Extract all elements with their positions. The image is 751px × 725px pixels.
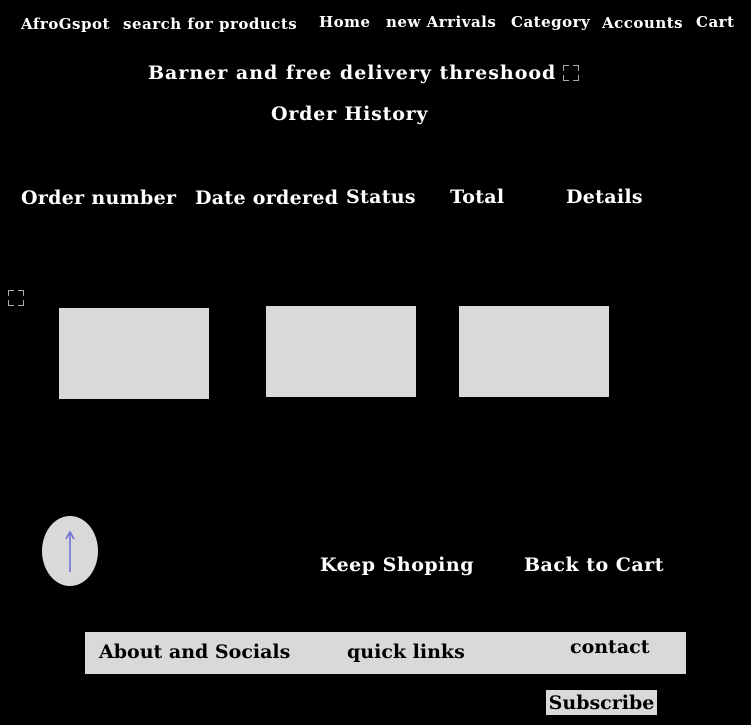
brand-logo[interactable]: AfroGspot [21,15,110,33]
column-header-details: Details [566,186,643,208]
column-header-total: Total [450,186,505,208]
scroll-to-top-button[interactable] [42,516,98,586]
back-to-cart-button[interactable]: Back to Cart [524,554,664,576]
order-placeholder-box [59,308,209,399]
footer-bar: About and Socials quick links contact [85,632,686,674]
search-input[interactable]: search for products [123,15,297,33]
subscribe-button[interactable]: Subscribe [546,690,657,715]
order-placeholder-box [459,306,609,397]
nav-new-arrivals-link[interactable]: new Arrivals [386,13,496,31]
footer-about-socials[interactable]: About and Socials [99,641,290,663]
nav-cart-link[interactable]: Cart [696,13,735,31]
footer-contact[interactable]: contact [570,636,650,658]
frame-icon [8,290,24,306]
column-header-status: Status [346,186,416,208]
footer-quick-links[interactable]: quick links [347,641,465,663]
column-header-order-number: Order number [21,187,177,209]
keep-shopping-button[interactable]: Keep Shoping [320,554,474,576]
frame-icon [563,65,579,81]
nav-category-link[interactable]: Category [511,13,590,31]
column-header-date-ordered: Date ordered [195,187,339,209]
nav-accounts-link[interactable]: Accounts [602,14,683,32]
page-title: Order History [271,103,429,125]
promo-banner: Barner and free delivery threshood [148,62,557,84]
nav-home-link[interactable]: Home [319,13,371,31]
order-placeholder-box [266,306,416,397]
arrow-up-icon [65,530,75,572]
